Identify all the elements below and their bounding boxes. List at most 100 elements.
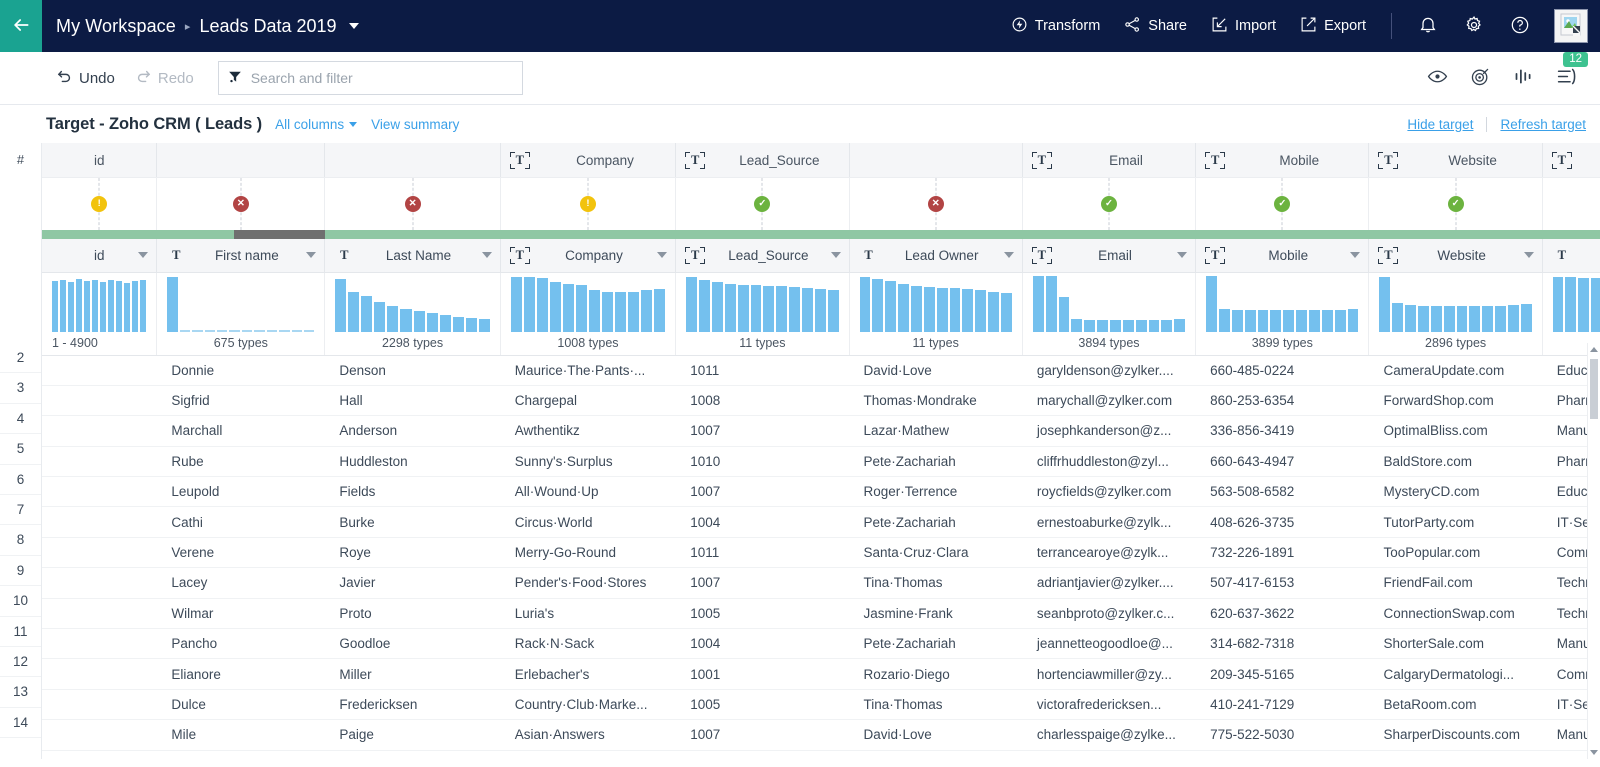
cell-email[interactable]: seanbproto@zylker.c... <box>1022 598 1195 628</box>
cell-website[interactable]: CalgaryDermatologi... <box>1369 659 1542 689</box>
chart-button[interactable] <box>1504 60 1543 96</box>
cell-mobile[interactable]: 732-226-1891 <box>1196 537 1369 567</box>
share-button[interactable]: Share <box>1113 8 1198 45</box>
status-err-icon[interactable]: ✕ <box>233 196 249 212</box>
cell-lead_owner[interactable]: Pete·Zachariah <box>849 507 1022 537</box>
cell-company[interactable]: Rack·N·Sack <box>500 629 675 659</box>
cell-id[interactable] <box>42 446 157 476</box>
import-button[interactable]: Import <box>1200 8 1287 45</box>
cell-mobile[interactable]: 660-643-4947 <box>1196 446 1369 476</box>
status-err-icon[interactable]: ✕ <box>405 196 421 212</box>
steps-button[interactable]: 12 <box>1547 60 1586 96</box>
cell-id[interactable] <box>42 537 157 567</box>
cell-company[interactable]: Circus·World <box>500 507 675 537</box>
cell-company[interactable]: Country·Club·Marke... <box>500 689 675 719</box>
cell-email[interactable]: roycfields@zylker.com <box>1022 477 1195 507</box>
cell-first_name[interactable]: Sigfrid <box>157 385 325 415</box>
cell-mobile[interactable]: 860-253-6354 <box>1196 385 1369 415</box>
cell-email[interactable]: ernestoaburke@zylk... <box>1022 507 1195 537</box>
table-row[interactable]: RubeHuddlestonSunny's·Surplus1010Pete·Za… <box>42 446 1600 476</box>
cell-id[interactable] <box>42 507 157 537</box>
cell-company[interactable]: All·Wound·Up <box>500 477 675 507</box>
cell-last_name[interactable]: Burke <box>325 507 500 537</box>
cell-last_name[interactable]: Roye <box>325 537 500 567</box>
cell-first_name[interactable]: Rube <box>157 446 325 476</box>
scrollbar-thumb[interactable] <box>1590 359 1598 419</box>
status-warn-icon[interactable]: ! <box>91 196 107 212</box>
target-column-header[interactable]: TFirst name <box>157 239 325 273</box>
cell-lead_owner[interactable]: Roger·Terrence <box>849 477 1022 507</box>
cell-last_name[interactable]: Huddleston <box>325 446 500 476</box>
scroll-up-arrow[interactable] <box>1588 343 1600 356</box>
cell-email[interactable]: adriantjavier@zylker.... <box>1022 568 1195 598</box>
cell-website[interactable]: ShorterSale.com <box>1369 629 1542 659</box>
cell-mobile[interactable]: 660-485-0224 <box>1196 355 1369 385</box>
status-ok-icon[interactable]: ✓ <box>1448 196 1464 212</box>
cell-lead_source[interactable]: 1011 <box>676 537 849 567</box>
cell-lead_source[interactable]: 1010 <box>676 446 849 476</box>
column-menu-caret-icon[interactable] <box>1516 252 1542 258</box>
cell-email[interactable]: victorafredericksen... <box>1022 689 1195 719</box>
cell-mobile[interactable]: 336-856-3419 <box>1196 416 1369 446</box>
cell-lead_source[interactable]: 1005 <box>676 598 849 628</box>
cell-last_name[interactable]: Proto <box>325 598 500 628</box>
cell-mobile[interactable]: 620-637-3622 <box>1196 598 1369 628</box>
column-menu-caret-icon[interactable] <box>298 252 324 258</box>
cell-last_name[interactable]: Miller <box>325 659 500 689</box>
search-and-filter-box[interactable] <box>218 61 523 95</box>
column-menu-caret-icon[interactable] <box>1169 252 1195 258</box>
cell-email[interactable]: jeannetteogoodloe@... <box>1022 629 1195 659</box>
cell-website[interactable]: BaldStore.com <box>1369 446 1542 476</box>
match-status-cell[interactable]: ✓ <box>676 178 849 230</box>
cell-lead_source[interactable]: 1007 <box>676 720 849 750</box>
cell-lead_owner[interactable]: Rozario·Diego <box>849 659 1022 689</box>
notifications-button[interactable] <box>1406 7 1450 46</box>
cell-last_name[interactable]: Fredericksen <box>325 689 500 719</box>
cell-email[interactable]: cliffrhuddleston@zyl... <box>1022 446 1195 476</box>
target-column-header[interactable]: TLead Owner <box>849 239 1022 273</box>
cell-website[interactable]: BetaRoom.com <box>1369 689 1542 719</box>
cell-first_name[interactable]: Verene <box>157 537 325 567</box>
cell-company[interactable]: Maurice·The·Pants·... <box>500 355 675 385</box>
status-err-icon[interactable]: ✕ <box>928 196 944 212</box>
match-status-cell[interactable]: ! <box>500 178 675 230</box>
hide-target-link[interactable]: Hide target <box>1407 117 1473 132</box>
cell-mobile[interactable]: 209-345-5165 <box>1196 659 1369 689</box>
scroll-down-arrow[interactable] <box>1588 746 1600 759</box>
cell-website[interactable]: MysteryCD.com <box>1369 477 1542 507</box>
cell-lead_source[interactable]: 1007 <box>676 477 849 507</box>
cell-company[interactable]: Erlebacher's <box>500 659 675 689</box>
cell-id[interactable] <box>42 598 157 628</box>
cell-first_name[interactable]: Dulce <box>157 689 325 719</box>
cell-first_name[interactable]: Elianore <box>157 659 325 689</box>
source-column-header[interactable]: TWebsite <box>1369 143 1542 178</box>
refresh-target-link[interactable]: Refresh target <box>1500 117 1586 132</box>
target-column-header[interactable]: TCompany <box>500 239 675 273</box>
cell-id[interactable] <box>42 659 157 689</box>
cell-lead_owner[interactable]: Santa·Cruz·Clara <box>849 537 1022 567</box>
cell-id[interactable] <box>42 629 157 659</box>
source-column-header[interactable]: TIndust <box>1542 143 1600 178</box>
cell-first_name[interactable]: Leupold <box>157 477 325 507</box>
cell-id[interactable] <box>42 720 157 750</box>
cell-last_name[interactable]: Fields <box>325 477 500 507</box>
cell-mobile[interactable]: 408-626-3735 <box>1196 507 1369 537</box>
table-row[interactable]: VereneRoyeMerry-Go-Round1011Santa·Cruz·C… <box>42 537 1600 567</box>
cell-website[interactable]: CameraUpdate.com <box>1369 355 1542 385</box>
cell-mobile[interactable]: 410-241-7129 <box>1196 689 1369 719</box>
cell-first_name[interactable]: Marchall <box>157 416 325 446</box>
cell-id[interactable] <box>42 477 157 507</box>
source-column-header[interactable] <box>325 143 500 178</box>
cell-lead_owner[interactable]: Tina·Thomas <box>849 568 1022 598</box>
match-status-cell[interactable]: ✕ <box>849 178 1022 230</box>
match-status-cell[interactable]: ✕ <box>325 178 500 230</box>
source-column-header[interactable]: TCompany <box>500 143 675 178</box>
source-column-header[interactable] <box>849 143 1022 178</box>
cell-first_name[interactable]: Wilmar <box>157 598 325 628</box>
export-button[interactable]: Export <box>1289 8 1377 45</box>
cell-company[interactable]: Chargepal <box>500 385 675 415</box>
table-row[interactable]: LeupoldFieldsAll·Wound·Up1007Roger·Terre… <box>42 477 1600 507</box>
cell-lead_source[interactable]: 1007 <box>676 568 849 598</box>
user-avatar[interactable] <box>1554 9 1588 43</box>
breadcrumb-workspace[interactable]: My Workspace <box>56 16 176 37</box>
